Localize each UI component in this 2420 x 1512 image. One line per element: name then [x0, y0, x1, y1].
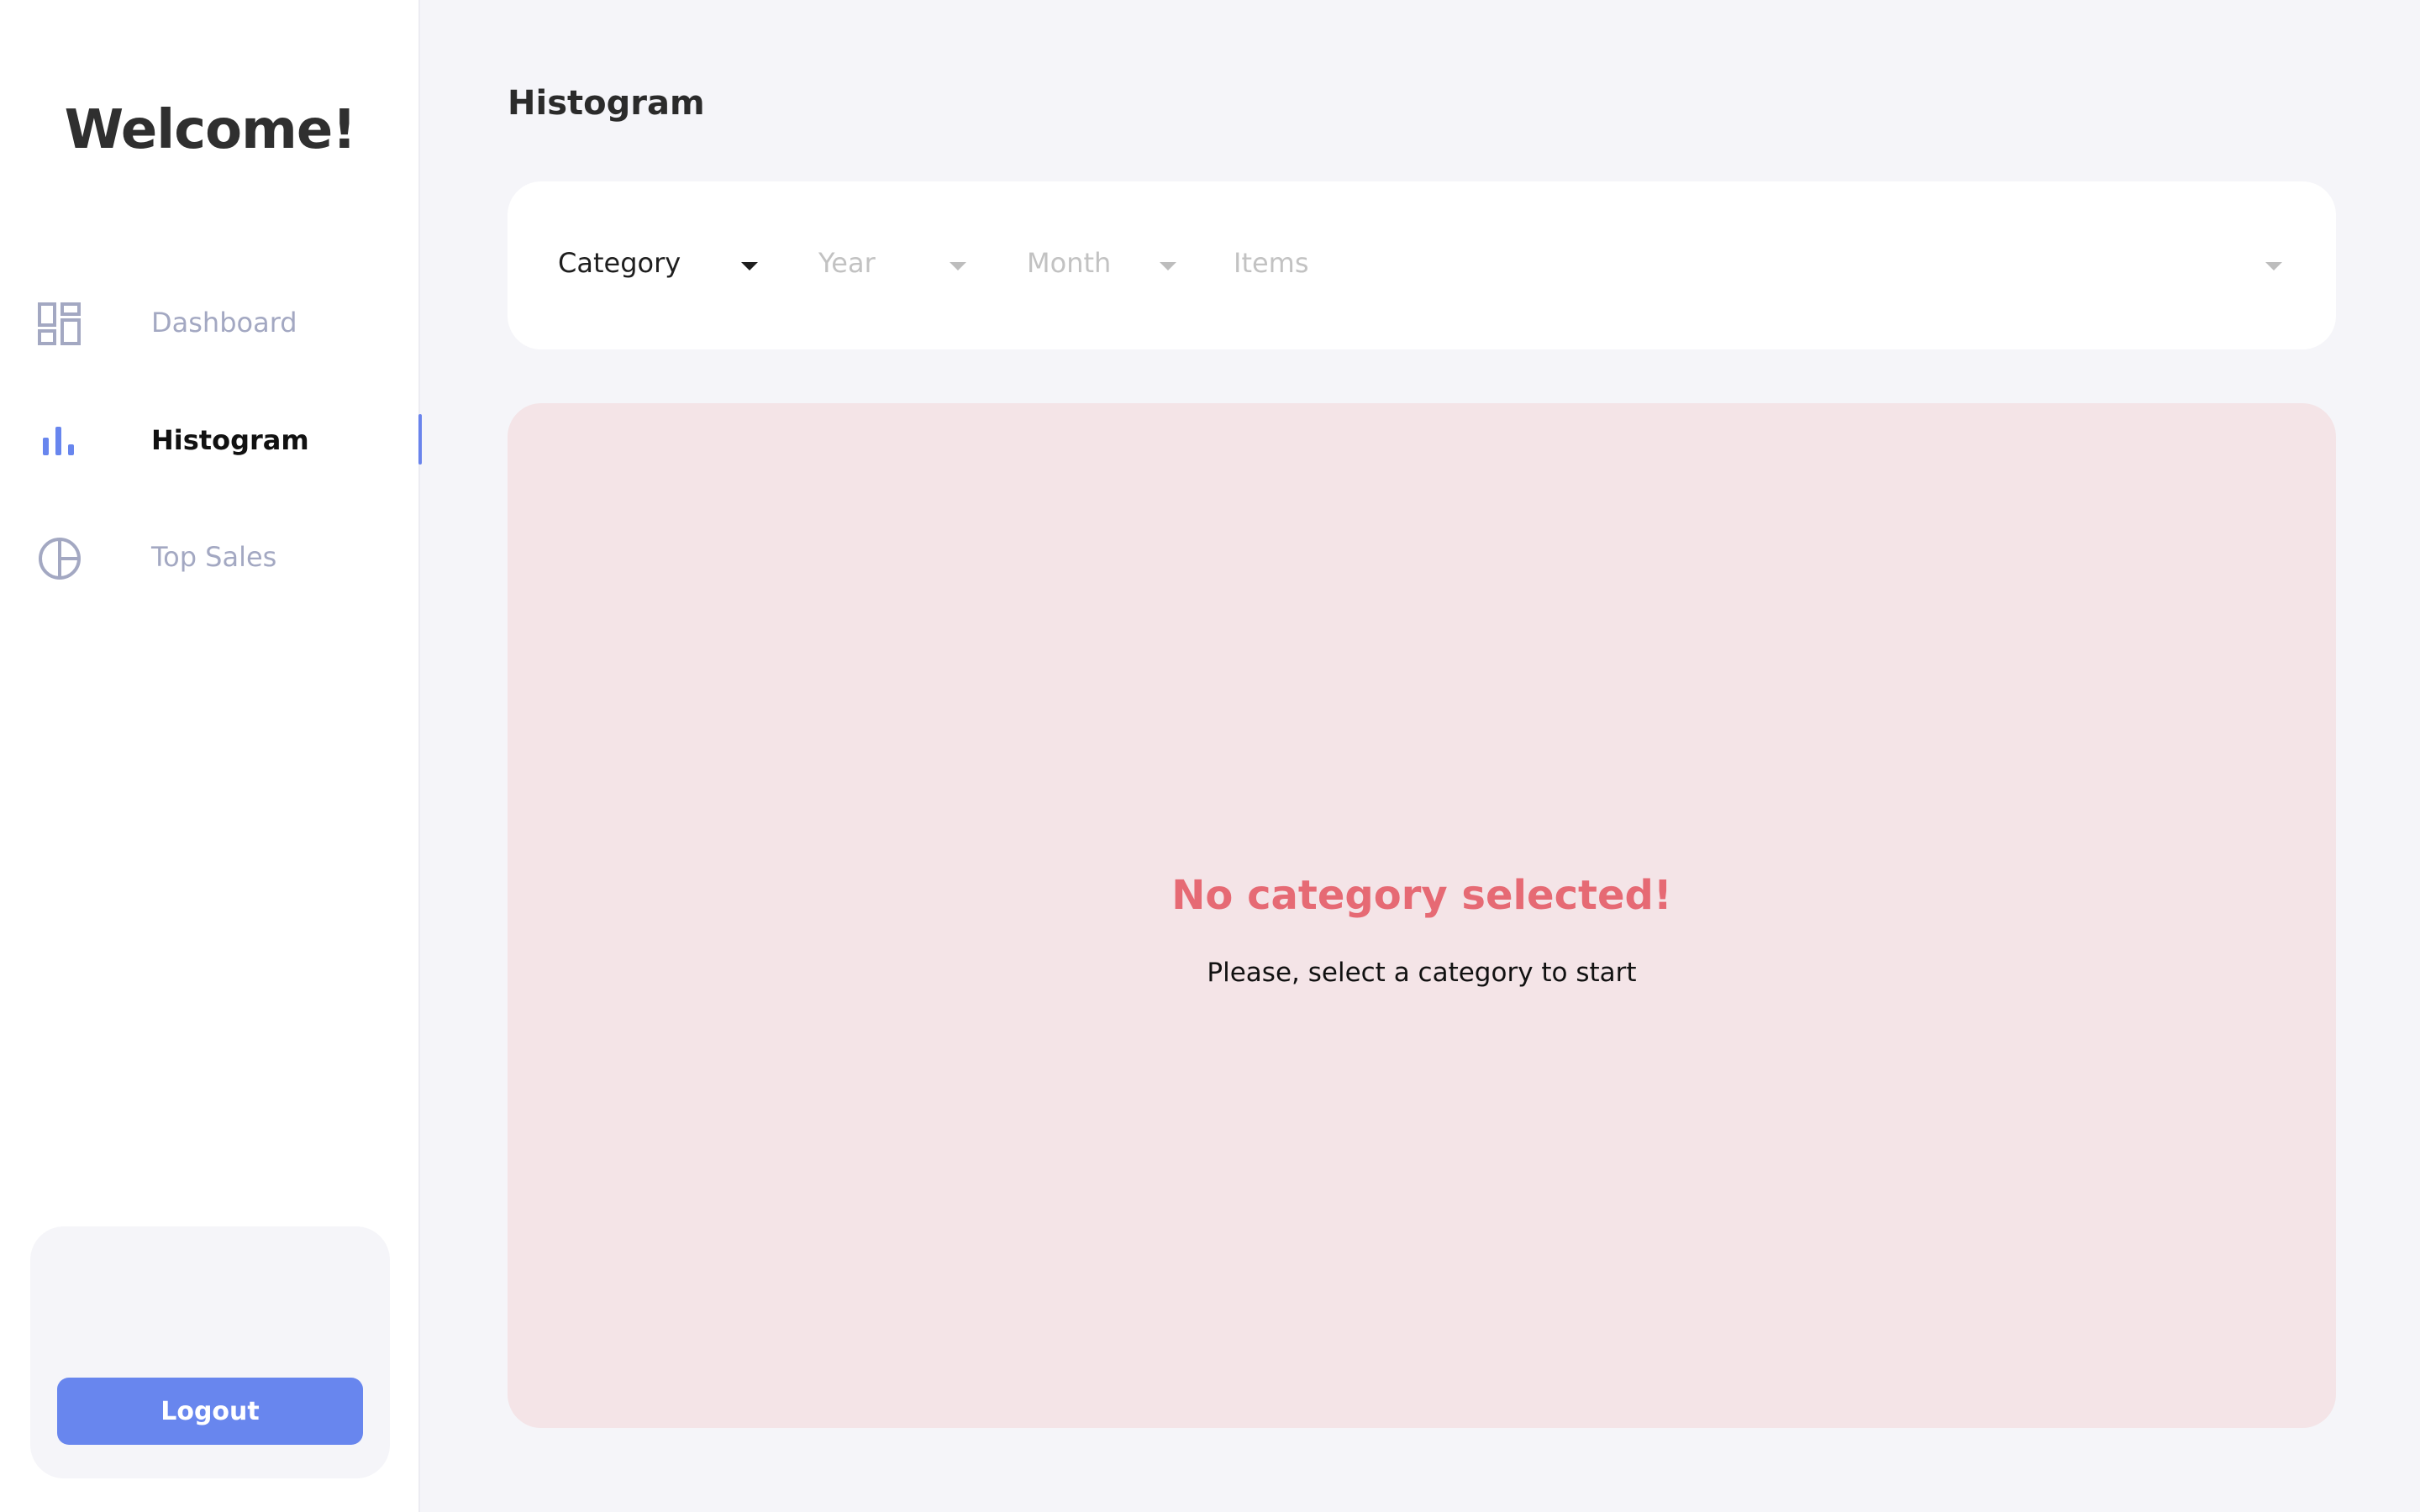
empty-state-title: No category selected!: [1171, 872, 1672, 919]
sidebar-item-label: Histogram: [151, 424, 309, 456]
year-select: Year: [818, 240, 986, 291]
items-select-placeholder: Items: [1234, 247, 1309, 279]
logout-button[interactable]: Logout: [57, 1378, 363, 1445]
year-select-placeholder: Year: [818, 247, 876, 279]
chevron-down-icon: [2265, 262, 2282, 270]
chevron-down-icon: [950, 262, 966, 270]
category-select[interactable]: Category: [558, 240, 768, 291]
category-select-value: Category: [558, 247, 681, 279]
sidebar-item-label: Top Sales: [151, 541, 277, 573]
month-select-placeholder: Month: [1027, 247, 1112, 279]
pie-chart-icon: [37, 536, 82, 581]
sidebar-item-histogram[interactable]: Histogram: [0, 409, 422, 476]
sidebar: Welcome! Dashboard Histogram Top Sales L…: [0, 0, 422, 1512]
sidebar-item-label: Dashboard: [151, 307, 297, 339]
month-select: Month: [1027, 240, 1195, 291]
items-select: Items: [1234, 240, 2286, 291]
chevron-down-icon: [1160, 262, 1176, 270]
sidebar-item-dashboard[interactable]: Dashboard: [0, 291, 420, 359]
filter-bar: Category Year Month Items: [508, 181, 2336, 349]
welcome-heading: Welcome!: [64, 99, 357, 161]
sidebar-item-top-sales[interactable]: Top Sales: [0, 526, 420, 593]
empty-state-subtitle: Please, select a category to start: [1207, 958, 1637, 988]
user-card: Logout: [30, 1226, 390, 1478]
page-title: Histogram: [508, 84, 705, 123]
bar-chart-icon: [37, 419, 82, 465]
dashboard-icon: [37, 302, 82, 347]
chevron-down-icon: [741, 262, 758, 270]
active-indicator: [418, 414, 422, 465]
empty-state-panel: No category selected! Please, select a c…: [508, 403, 2336, 1428]
